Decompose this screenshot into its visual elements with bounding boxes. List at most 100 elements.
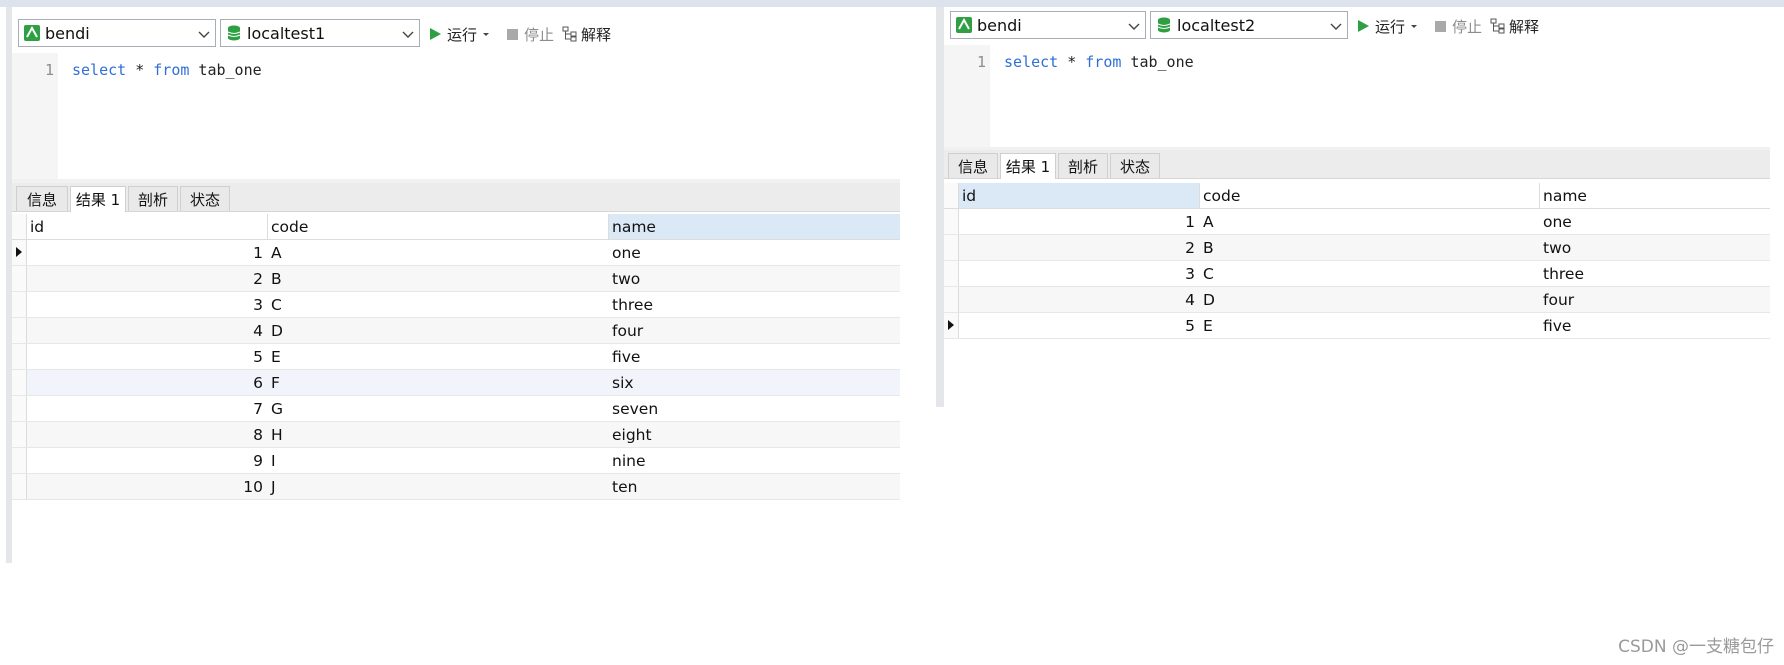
cell-id[interactable]: 1 <box>959 209 1199 234</box>
cell-name[interactable]: two <box>609 266 900 291</box>
cell-code[interactable]: B <box>268 266 608 291</box>
row-header[interactable] <box>12 240 27 265</box>
run-button[interactable]: 运行 <box>1356 14 1419 38</box>
table-row[interactable]: 5 Efive <box>944 313 1770 339</box>
tab-info[interactable]: 信息 <box>948 153 998 178</box>
table-row[interactable]: 4 Dfour <box>944 287 1770 313</box>
cell-code[interactable]: C <box>268 292 608 317</box>
stop-button[interactable]: 停止 <box>1434 14 1482 38</box>
tab-profile[interactable]: 剖析 <box>128 186 178 211</box>
cell-name[interactable]: two <box>1540 235 1770 260</box>
cell-name[interactable]: eight <box>609 422 900 447</box>
cell-name[interactable]: ten <box>609 474 900 499</box>
cell-code[interactable]: G <box>268 396 608 421</box>
cell-code[interactable]: E <box>268 344 608 369</box>
cell-name[interactable]: seven <box>609 396 900 421</box>
tab-status[interactable]: 状态 <box>180 186 230 211</box>
database-select[interactable]: localtest1 <box>220 19 420 47</box>
cell-name[interactable]: one <box>1540 209 1770 234</box>
cell-name[interactable]: four <box>609 318 900 343</box>
cell-id[interactable]: 3 <box>959 261 1199 286</box>
cell-code[interactable]: B <box>1200 235 1539 260</box>
table-row[interactable]: 2 Btwo <box>944 235 1770 261</box>
cell-id[interactable]: 5 <box>27 344 267 369</box>
cell-code[interactable]: D <box>1200 287 1539 312</box>
row-header[interactable] <box>12 266 27 291</box>
table-row[interactable]: 2 Btwo <box>12 266 900 292</box>
tab-info[interactable]: 信息 <box>16 186 68 211</box>
row-header[interactable] <box>944 287 959 312</box>
table-row[interactable]: 5 Efive <box>12 344 900 370</box>
connection-select[interactable]: bendi <box>18 19 216 47</box>
table-row[interactable]: 3 Cthree <box>12 292 900 318</box>
explain-button[interactable]: 解释 <box>1490 14 1539 38</box>
stop-button[interactable]: 停止 <box>506 22 554 46</box>
table-row[interactable]: 6 Fsix <box>12 370 900 396</box>
cell-code[interactable]: A <box>1200 209 1539 234</box>
table-row[interactable]: 3 Cthree <box>944 261 1770 287</box>
table-row[interactable]: 4 Dfour <box>12 318 900 344</box>
column-header-code[interactable]: code <box>1200 183 1539 208</box>
sql-editor[interactable]: 1 select * from tab_one <box>12 53 900 181</box>
cell-id[interactable]: 5 <box>959 313 1199 338</box>
sql-editor[interactable]: 1 select * from tab_one <box>944 45 1770 151</box>
cell-name[interactable]: five <box>1540 313 1770 338</box>
run-button[interactable]: 运行 <box>428 22 491 46</box>
cell-code[interactable]: H <box>268 422 608 447</box>
cell-id[interactable]: 2 <box>959 235 1199 260</box>
cell-name[interactable]: one <box>609 240 900 265</box>
cell-code[interactable]: E <box>1200 313 1539 338</box>
cell-name[interactable]: three <box>609 292 900 317</box>
cell-id[interactable]: 4 <box>27 318 267 343</box>
cell-code[interactable]: F <box>268 370 608 395</box>
cell-name[interactable]: three <box>1540 261 1770 286</box>
row-header[interactable] <box>12 292 27 317</box>
sql-code[interactable]: select * from tab_one <box>1004 53 1194 71</box>
column-header-name[interactable]: name <box>1540 183 1770 208</box>
cell-id[interactable]: 10 <box>27 474 267 499</box>
cell-name[interactable]: nine <box>609 448 900 473</box>
cell-code[interactable]: D <box>268 318 608 343</box>
table-row[interactable]: 9 Inine <box>12 448 900 474</box>
cell-id[interactable]: 2 <box>27 266 267 291</box>
row-header[interactable] <box>944 209 959 234</box>
cell-id[interactable]: 9 <box>27 448 267 473</box>
row-header[interactable] <box>944 235 959 260</box>
cell-code[interactable]: J <box>268 474 608 499</box>
table-row[interactable]: 7 Gseven <box>12 396 900 422</box>
cell-name[interactable]: five <box>609 344 900 369</box>
connection-select[interactable]: bendi <box>950 11 1146 39</box>
tab-result-1[interactable]: 结果 1 <box>1000 153 1056 179</box>
column-header-id[interactable]: id <box>959 183 1199 208</box>
database-select[interactable]: localtest2 <box>1150 11 1348 39</box>
cell-code[interactable]: C <box>1200 261 1539 286</box>
row-header[interactable] <box>12 422 27 447</box>
tab-status[interactable]: 状态 <box>1110 153 1160 178</box>
row-header[interactable] <box>944 313 959 338</box>
column-header-id[interactable]: id <box>27 214 267 239</box>
table-row[interactable]: 8 Height <box>12 422 900 448</box>
row-header[interactable] <box>12 448 27 473</box>
explain-button[interactable]: 解释 <box>562 22 611 46</box>
row-header[interactable] <box>12 474 27 499</box>
row-header[interactable] <box>12 370 27 395</box>
column-header-name[interactable]: name <box>609 214 900 239</box>
row-header[interactable] <box>12 396 27 421</box>
cell-id[interactable]: 4 <box>959 287 1199 312</box>
row-header[interactable] <box>12 318 27 343</box>
tab-profile[interactable]: 剖析 <box>1058 153 1108 178</box>
cell-id[interactable]: 6 <box>27 370 267 395</box>
cell-id[interactable]: 3 <box>27 292 267 317</box>
cell-name[interactable]: four <box>1540 287 1770 312</box>
row-header[interactable] <box>12 344 27 369</box>
cell-id[interactable]: 8 <box>27 422 267 447</box>
table-row[interactable]: 10 Jten <box>12 474 900 500</box>
cell-code[interactable]: A <box>268 240 608 265</box>
cell-id[interactable]: 7 <box>27 396 267 421</box>
cell-id[interactable]: 1 <box>27 240 267 265</box>
row-header[interactable] <box>944 261 959 286</box>
tab-result-1[interactable]: 结果 1 <box>70 186 126 212</box>
cell-name[interactable]: six <box>609 370 900 395</box>
table-row[interactable]: 1 Aone <box>12 240 900 266</box>
column-header-code[interactable]: code <box>268 214 608 239</box>
